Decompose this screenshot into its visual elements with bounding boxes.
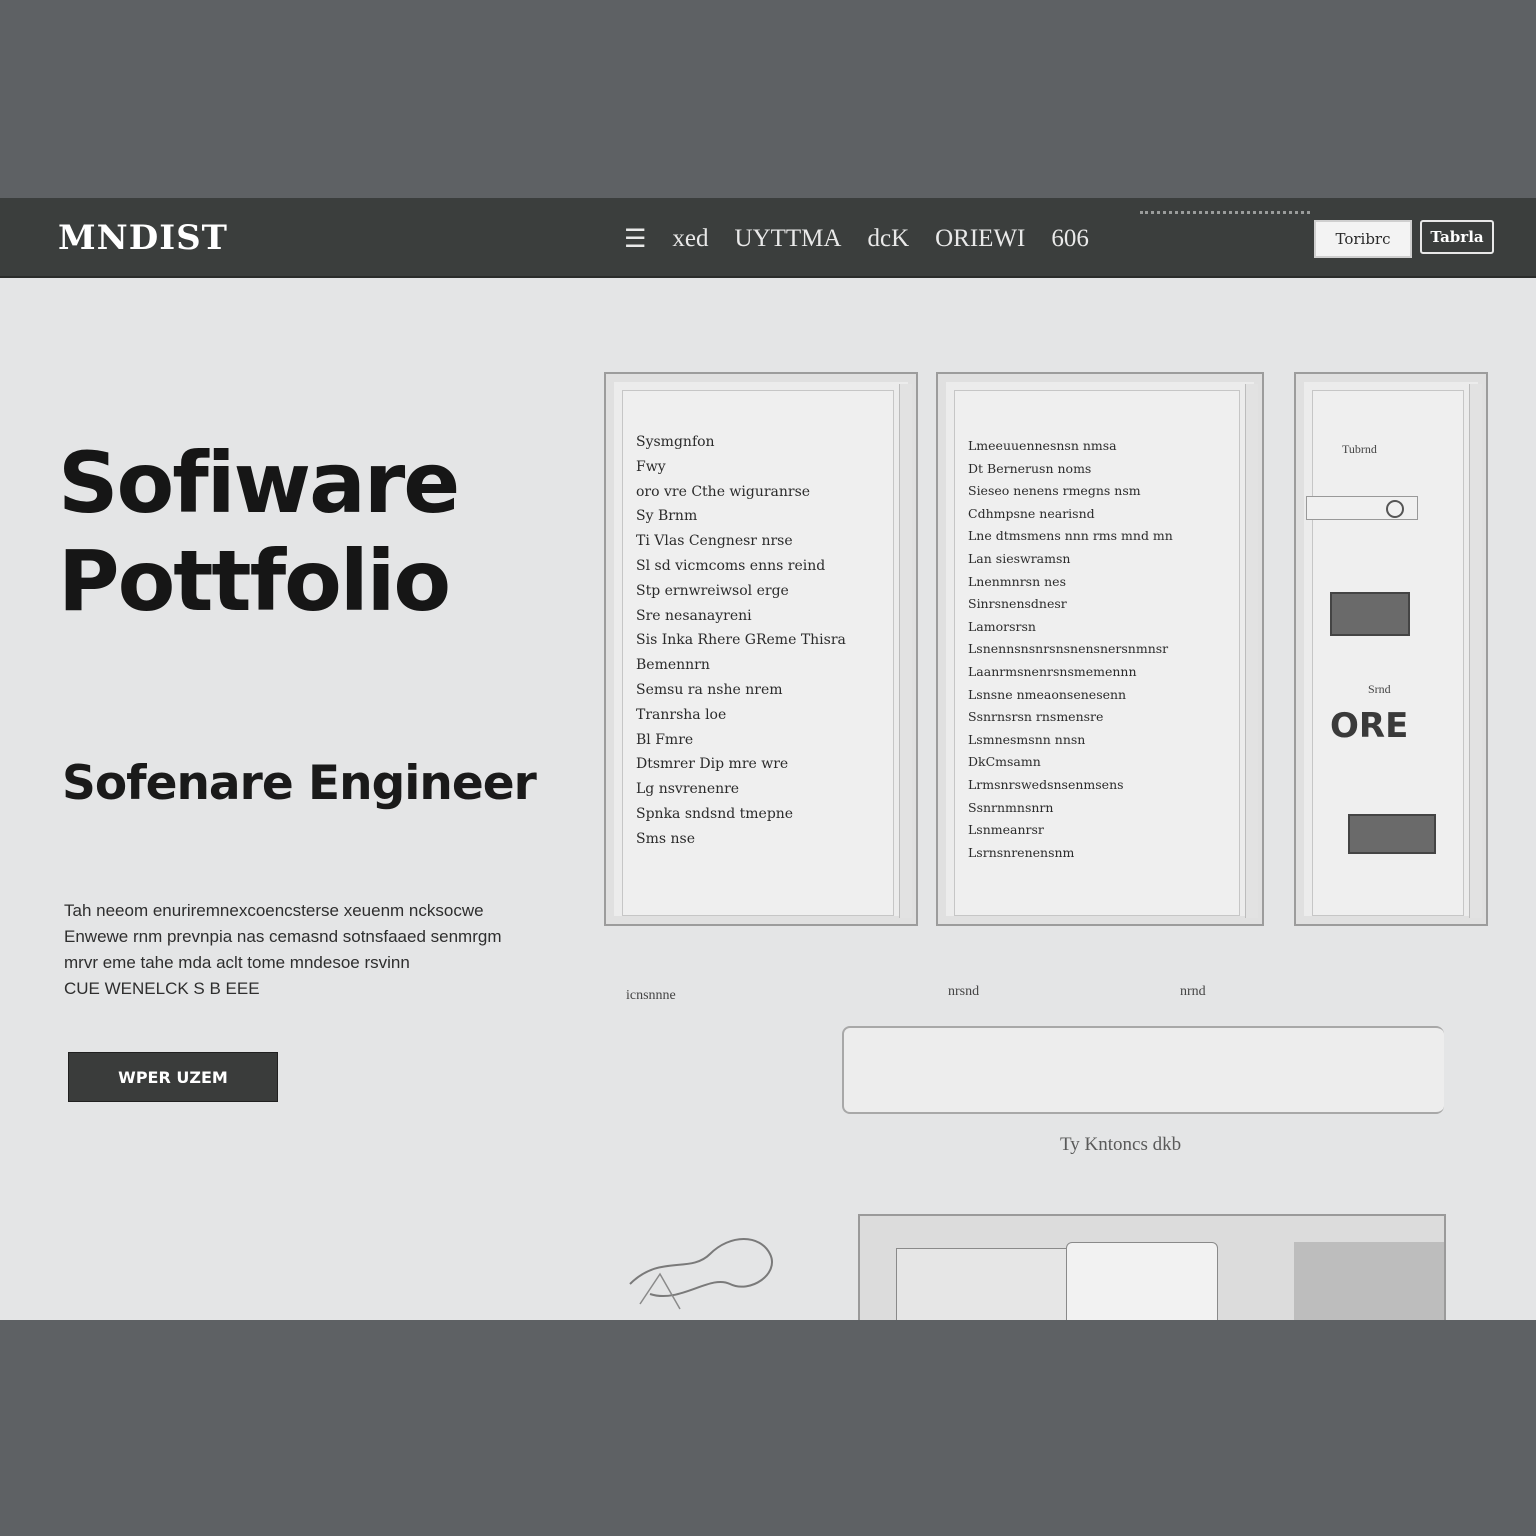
- doc-line: Ssnrnmnsnrn: [968, 799, 1054, 815]
- doc-line: Semsu ra nshe nrem: [636, 681, 783, 698]
- doc-line: Lnenmnrsn nes: [968, 573, 1066, 589]
- doc-line: Tranrsha loe: [636, 706, 727, 723]
- gallery-thumbnail[interactable]: [1348, 814, 1436, 854]
- panel-caption-left: icnsnnne: [626, 988, 676, 1003]
- nav-item-3[interactable]: dcK: [867, 225, 909, 253]
- doc-line: Bl Fmre: [636, 731, 694, 748]
- doc-line: Fwy: [636, 458, 666, 475]
- gallery-thumbnail[interactable]: [1330, 592, 1410, 636]
- description-line: mrvr eme tahe mda aclt tome mndesoe rsvi…: [64, 953, 410, 972]
- preview-window[interactable]: [858, 1214, 1446, 1320]
- panel-scrollbar[interactable]: [899, 384, 912, 918]
- doc-line: Bemennrn: [636, 657, 710, 674]
- top-meta-dots: [1140, 211, 1310, 219]
- page-title-line1: Sofiware: [58, 434, 460, 532]
- doc-line: Cdhmpsne nearisnd: [968, 505, 1095, 521]
- sketch-illustration: [629, 1238, 773, 1310]
- doc-line: oro vre Cthe wiguranrse: [636, 483, 811, 500]
- nav-item-5[interactable]: 606: [1051, 225, 1089, 253]
- doc-line: Sre nesanayreni: [636, 607, 752, 624]
- nav-item-1[interactable]: xed: [672, 225, 708, 253]
- doc-line: Dt Bernerusn noms: [968, 460, 1092, 476]
- top-nav-bar: MNDIST ☰ xed UYTTMA dcK ORIEWI 606 Torib…: [0, 198, 1536, 278]
- doc-line: Lsnennsnsnrsnsnensnersnmnsr: [968, 641, 1169, 657]
- nav-item-4[interactable]: ORIEWI: [935, 225, 1025, 253]
- doc-line: Lan sieswramsn: [968, 550, 1071, 566]
- panel-text: Lmeeuuennesnsn nmsa Dt Bernerusn noms Si…: [968, 438, 1238, 867]
- panel-scrollbar[interactable]: [1469, 384, 1482, 918]
- panel-text: Sysmgnfon Fwy oro vre Cthe wiguranrse Sy…: [636, 434, 892, 856]
- doc-line: Spnka sndsnd tmepne: [636, 805, 794, 822]
- gallery-title: Tubrnd: [1342, 442, 1377, 456]
- panel-caption-right: nrnd: [1180, 984, 1206, 999]
- panel-caption-middle: nrsnd: [948, 984, 980, 999]
- doc-line: Ssnrnsrsn rnsmensre: [968, 709, 1104, 725]
- page-subtitle: Sofenare Engineer: [62, 756, 537, 811]
- doc-line: Sy Brnm: [636, 508, 698, 525]
- page-title-line2: Pottfolio: [58, 532, 451, 630]
- doc-line: Sis Inka Rhere GReme Thisra: [636, 632, 846, 649]
- cta-button[interactable]: WPER UZEM: [68, 1052, 278, 1102]
- doc-line: Lg nsvrenenre: [636, 781, 740, 798]
- portfolio-panel-middle[interactable]: Lmeeuuennesnsn nmsa Dt Bernerusn noms Si…: [936, 372, 1264, 926]
- preview-card: [1066, 1242, 1218, 1320]
- portfolio-panel-right[interactable]: Tubrnd Srnd ORE: [1294, 372, 1488, 926]
- gallery-badge: ORE: [1330, 706, 1409, 746]
- doc-line: Ti Vlas Cengnesr nrse: [636, 533, 793, 550]
- doc-line: Lsrnsnrenensnm: [968, 844, 1075, 860]
- doc-line: Sysmgnfon: [636, 434, 715, 450]
- header-outline-button[interactable]: Toribrc: [1314, 220, 1412, 258]
- nav-item-menu[interactable]: ☰: [624, 224, 646, 254]
- brand-logo[interactable]: MNDIST: [58, 218, 228, 258]
- doc-line: Sieseo nenens rmegns nsm: [968, 483, 1141, 499]
- hero-description: Tah neeom enuriremnexcoencsterse xeuenm …: [64, 898, 534, 1002]
- doc-line: Lsnsne nmeaonsenesenn: [968, 686, 1127, 702]
- doc-line: Lrmsnrswedsnsenmsens: [968, 776, 1124, 792]
- gallery-caption: Srnd: [1368, 682, 1391, 696]
- doc-line: Lsnmeanrsr: [968, 822, 1044, 838]
- preview-image: [1294, 1242, 1444, 1320]
- record-icon[interactable]: [1386, 500, 1404, 518]
- doc-line: Sinrsnensdnesr: [968, 596, 1067, 612]
- description-line: Enwewe rnm prevnpia nas cemasnd sotnsfaa…: [64, 927, 502, 946]
- doc-line: Lne dtmsmens nnn rms mnd mn: [968, 528, 1173, 544]
- doc-line: Stp ernwreiwsol erge: [636, 582, 789, 599]
- browser-viewport: MNDIST ☰ xed UYTTMA dcK ORIEWI 606 Torib…: [0, 198, 1536, 1320]
- doc-line: Dtsmrer Dip mre wre: [636, 756, 789, 773]
- header-dark-button[interactable]: Tabrla: [1420, 220, 1494, 254]
- doc-line: DkCmsamn: [968, 754, 1041, 770]
- doc-line: Lamorsrsn: [968, 618, 1036, 634]
- doc-line: Sl sd vicmcoms enns reind: [636, 557, 826, 574]
- panel-scrollbar[interactable]: [1245, 384, 1258, 918]
- description-line: CUE WENELCK S B EEE: [64, 979, 260, 998]
- portfolio-panel-left[interactable]: Sysmgnfon Fwy oro vre Cthe wiguranrse Sy…: [604, 372, 918, 926]
- search-input[interactable]: [842, 1026, 1444, 1114]
- doc-line: Laanrmsnenrsnsmemennn: [968, 663, 1137, 679]
- preview-map: [896, 1248, 1068, 1320]
- description-line: Tah neeom enuriremnexcoencsterse xeuenm …: [64, 901, 484, 920]
- doc-line: Lsmnesmsnn nnsn: [968, 731, 1086, 747]
- footer-text: Ty Kntoncs dkb: [1060, 1134, 1182, 1155]
- page-title: Sofiware Pottfolio: [58, 434, 578, 630]
- doc-line: Lmeeuuennesnsn nmsa: [968, 438, 1117, 453]
- nav-menu: ☰ xed UYTTMA dcK ORIEWI 606: [624, 224, 1089, 254]
- nav-item-2[interactable]: UYTTMA: [735, 225, 842, 253]
- doc-line: Sms nse: [636, 830, 695, 847]
